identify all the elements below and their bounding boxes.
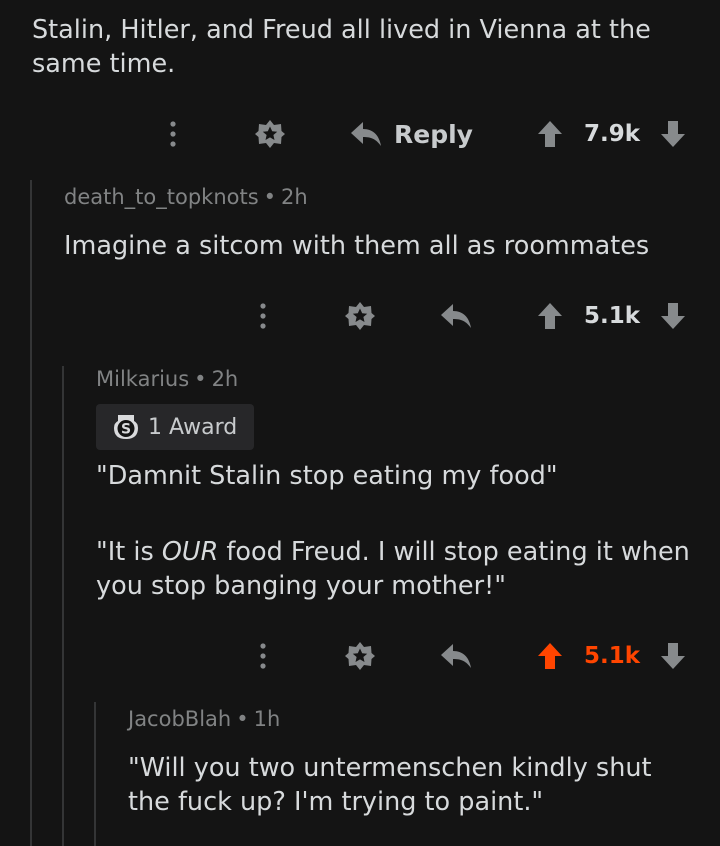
upvote-button[interactable]: [537, 114, 563, 154]
comment-meta: JacobBlah • 1h: [128, 707, 280, 731]
reply-arrow-icon: [441, 644, 471, 668]
downvote-icon: [661, 643, 685, 669]
emphasis-text: OUR: [161, 537, 219, 567]
reply-arrow-icon: [351, 122, 381, 146]
downvote-icon: [661, 121, 685, 147]
comment-actions: 5.1k: [0, 296, 720, 336]
award-icon: [345, 642, 375, 670]
reply-button[interactable]: [440, 296, 472, 336]
more-options-icon: [260, 303, 266, 329]
give-award-button[interactable]: [253, 114, 287, 154]
comment-body-paragraph-1: "Damnit Stalin stop eating my food": [96, 461, 558, 491]
author-name[interactable]: JacobBlah: [128, 707, 231, 731]
award-icon: [255, 120, 285, 148]
more-options-icon: [260, 643, 266, 669]
upvote-button[interactable]: [537, 296, 563, 336]
meta-separator: •: [194, 367, 207, 391]
upvote-icon: [538, 303, 562, 329]
vote-score-upvoted: 5.1k: [584, 643, 641, 669]
comment-actions: 5.1k: [0, 636, 720, 676]
award-count-label: 1 Award: [148, 414, 238, 440]
reply-label: Reply: [394, 119, 473, 149]
quote-text-start: "It is: [96, 537, 162, 567]
vote-score: 7.9k: [584, 121, 641, 147]
author-name[interactable]: Milkarius: [96, 367, 189, 391]
comment-age[interactable]: 2h: [212, 367, 239, 391]
comment-meta: Milkarius • 2h: [96, 367, 238, 391]
award-badge[interactable]: S 1 Award: [96, 404, 254, 450]
reply-button[interactable]: Reply: [350, 114, 473, 154]
author-name[interactable]: death_to_topknots: [64, 185, 259, 209]
svg-text:S: S: [121, 422, 131, 438]
thread-line-level-2[interactable]: [62, 366, 64, 846]
reply-button[interactable]: [440, 636, 472, 676]
comment-age[interactable]: 1h: [254, 707, 281, 731]
give-award-button[interactable]: [343, 296, 377, 336]
comment-body: "Will you two untermenschen kindly shut …: [128, 753, 652, 817]
more-options-icon: [170, 121, 176, 147]
upvote-button[interactable]: [537, 636, 563, 676]
award-icon: [345, 302, 375, 330]
downvote-button[interactable]: [660, 114, 686, 154]
comment-body: Imagine a sitcom with them all as roomma…: [64, 231, 650, 261]
silver-award-icon: S: [114, 415, 138, 439]
give-award-button[interactable]: [343, 636, 377, 676]
comment-body: Stalin, Hitler, and Freud all lived in V…: [32, 15, 651, 79]
thread-line-level-1[interactable]: [30, 180, 32, 846]
downvote-button[interactable]: [660, 636, 686, 676]
more-options-button[interactable]: [163, 114, 183, 154]
more-options-button[interactable]: [253, 636, 273, 676]
meta-separator: •: [236, 707, 249, 731]
downvote-button[interactable]: [660, 296, 686, 336]
more-options-button[interactable]: [253, 296, 273, 336]
comment-actions: Reply 7.9k: [0, 114, 720, 154]
vote-score: 5.1k: [584, 303, 641, 329]
downvote-icon: [661, 303, 685, 329]
upvote-icon-active: [538, 643, 562, 669]
comment-age[interactable]: 2h: [281, 185, 308, 209]
meta-separator: •: [263, 185, 277, 209]
upvote-icon: [538, 121, 562, 147]
comment-body-paragraph-2: "It is OUR food Freud. I will stop eatin…: [96, 535, 708, 603]
comment-meta: death_to_topknots • 2h: [64, 185, 308, 209]
thread-line-level-3[interactable]: [94, 702, 96, 846]
reply-arrow-icon: [441, 304, 471, 328]
